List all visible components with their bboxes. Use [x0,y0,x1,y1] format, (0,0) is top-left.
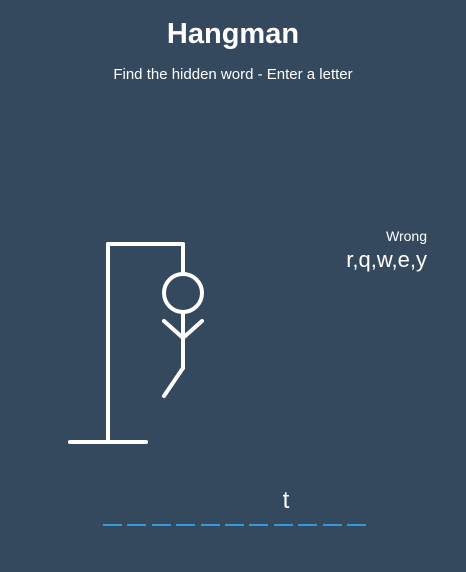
letter-char [347,486,371,516]
letter-slot [249,486,273,528]
letter-slot [346,486,371,528]
letter-slot: t [273,486,298,528]
letter-underline [151,524,171,526]
letter-slot [103,486,127,528]
wrong-letters-panel: Wrong r,q,w,e,y [346,227,427,273]
letter-slot [298,486,322,528]
letter-slot [151,486,176,528]
figure-left-leg [162,366,185,398]
letter-slot [224,486,249,528]
letter-underline [103,524,122,526]
letter-char [249,486,273,516]
letter-underline [346,524,366,526]
letter-char [127,486,151,516]
wrong-letters-label: Wrong [386,228,427,244]
letter-underline [176,524,196,526]
letter-char [298,486,322,516]
letter-char [152,486,176,516]
letter-underline [249,524,269,526]
letter-char [176,486,200,516]
letter-underline [273,524,293,526]
figure-left-arm [162,319,185,340]
letter-char [201,486,225,516]
hidden-word: t [103,486,371,528]
wrong-letters-list: r,q,w,e,y [346,247,427,272]
letter-underline [322,524,342,526]
gallows [68,242,185,444]
figure-head [162,272,204,314]
letter-slot [200,486,225,528]
letter-char [323,486,347,516]
letter-underline [224,524,244,526]
letter-char [103,486,127,516]
letter-underline [298,524,318,526]
figure-right-arm [181,319,204,340]
letter-slot [322,486,347,528]
letter-slot [176,486,200,528]
letter-char [225,486,249,516]
letter-underline [127,524,147,526]
letter-slot [127,486,151,528]
stick-figure [162,272,204,398]
letter-underline [200,524,220,526]
letter-char: t [282,487,290,514]
